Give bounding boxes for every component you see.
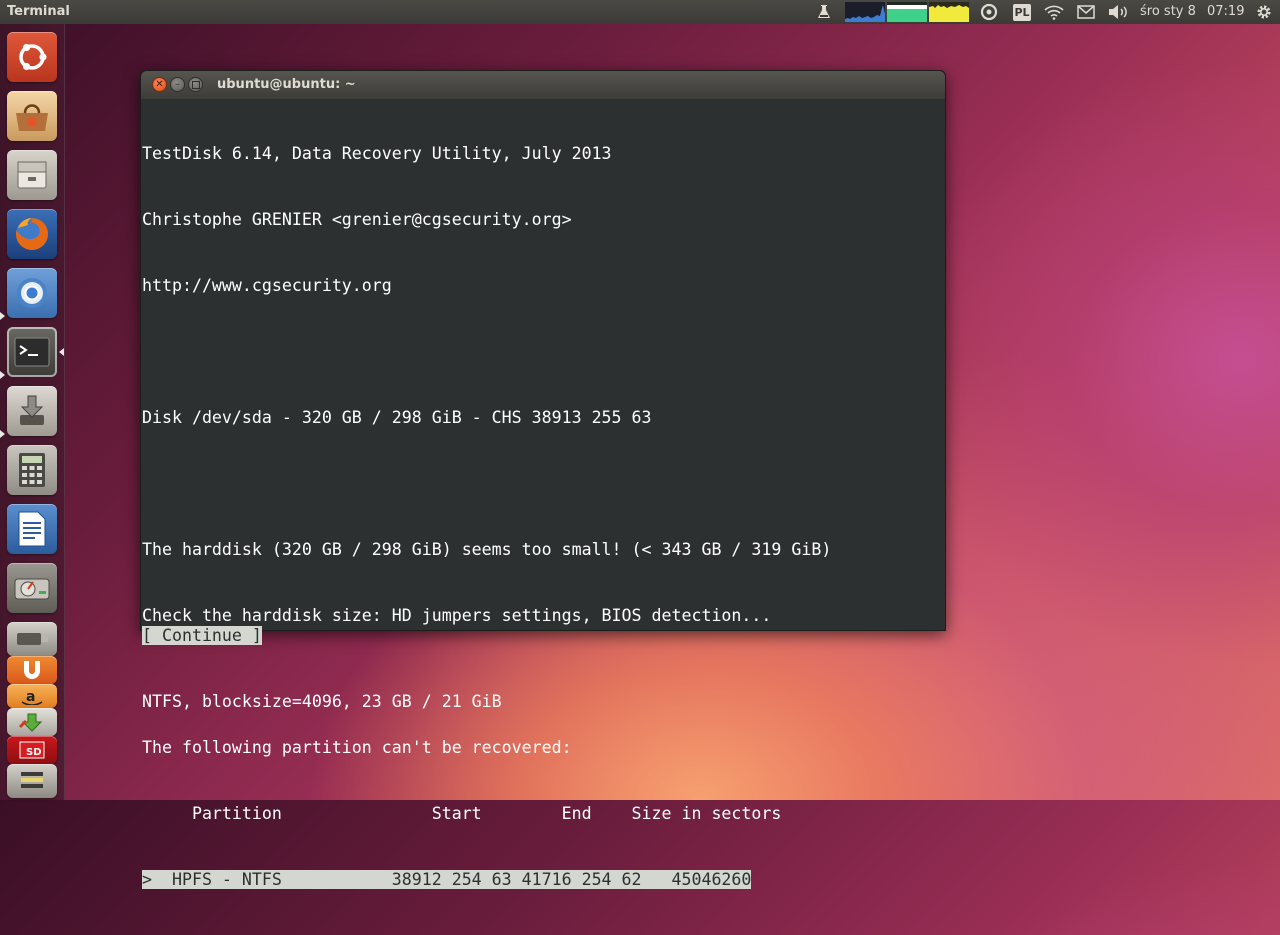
calculator-icon	[19, 453, 45, 487]
launcher-item-chromium[interactable]	[7, 268, 57, 318]
keyboard-layout-indicator[interactable]: PL	[1011, 2, 1033, 22]
svg-text:a: a	[26, 689, 35, 705]
ubuntu-one-icon	[24, 661, 40, 679]
launcher-item-dash-home[interactable]	[7, 32, 57, 82]
launcher-item-files[interactable]	[7, 150, 57, 200]
usb-drive-icon	[17, 633, 48, 645]
keyboard-layout-label: PL	[1013, 3, 1031, 21]
panel-clock[interactable]: 07:19	[1207, 4, 1244, 19]
network-load-graph[interactable]	[929, 2, 969, 22]
author-line: Christophe GRENIER <grenier@cgsecurity.o…	[142, 210, 572, 229]
amazon-a-icon: a	[21, 689, 43, 705]
launcher-item-disk-utility[interactable]	[7, 563, 57, 613]
maximize-icon	[191, 80, 200, 89]
size-warning-line: The harddisk (320 GB / 298 GiB) seems to…	[142, 540, 832, 559]
launcher-item-calculator[interactable]	[7, 445, 57, 495]
flask-indicator-icon[interactable]	[814, 2, 834, 22]
launcher-item-ubuntu-one[interactable]	[7, 656, 57, 684]
shopping-bag-icon	[16, 104, 48, 131]
download-arrow-icon	[20, 395, 44, 425]
top-panel: Terminal PL śro sty 8 07:19	[0, 0, 1280, 24]
panel-date[interactable]: śro sty 8	[1140, 4, 1196, 19]
maximize-button[interactable]	[188, 77, 203, 92]
disk-info-line: Disk /dev/sda - 320 GB / 298 GiB - CHS 3…	[142, 408, 652, 427]
svg-text:SD: SD	[26, 747, 42, 758]
update-indicator-icon[interactable]	[978, 2, 1000, 22]
active-app-name: Terminal	[7, 4, 70, 19]
launcher-item-more[interactable]	[7, 764, 57, 798]
minimize-icon: –	[175, 78, 180, 90]
minimize-button[interactable]: –	[170, 77, 185, 92]
running-indicator	[0, 371, 5, 379]
firefox-icon	[15, 218, 48, 250]
terminal-footer: [ Continue ] NTFS, blocksize=4096, 23 GB…	[142, 581, 502, 757]
terminal-icon	[14, 337, 50, 367]
website-line: http://www.cgsecurity.org	[142, 276, 392, 295]
close-button[interactable]: ✕	[152, 77, 167, 92]
wifi-icon[interactable]	[1043, 2, 1065, 22]
partition-table-header: Partition Start End Size in sectors	[142, 804, 782, 823]
chromium-icon	[17, 278, 47, 308]
partition-row-selected[interactable]: > HPFS - NTFS 38912 254 63 41716 254 62 …	[142, 869, 943, 891]
gear-icon[interactable]	[1253, 2, 1275, 22]
ubuntu-logo-icon	[19, 43, 47, 71]
memory-load-graph[interactable]	[887, 2, 927, 22]
volume-speaker-icon[interactable]	[1106, 2, 1130, 22]
launcher-item-amazon[interactable]: a	[7, 684, 57, 708]
window-titlebar[interactable]: ✕ – ubuntu@ubuntu: ~	[141, 71, 945, 99]
launcher-item-ubuntu-software-center[interactable]	[7, 91, 57, 141]
launcher-item-updater[interactable]	[7, 708, 57, 736]
cpu-load-graph[interactable]	[845, 2, 885, 22]
update-arrow-icon	[18, 713, 43, 732]
stacked-apps-icon	[21, 772, 43, 788]
terminal-content[interactable]: TestDisk 6.14, Data Recovery Utility, Ju…	[142, 99, 943, 889]
running-indicator	[0, 312, 5, 320]
launcher-item-terminal[interactable]	[7, 327, 57, 377]
sd-card-icon: SD	[19, 741, 45, 759]
launcher-item-libreoffice-writer[interactable]	[7, 504, 57, 554]
launcher: a SD	[0, 24, 65, 800]
active-indicator	[59, 348, 64, 356]
launcher-item-installer[interactable]	[7, 386, 57, 436]
launcher-item-sd-card[interactable]: SD	[7, 736, 57, 764]
testdisk-version-line: TestDisk 6.14, Data Recovery Utility, Ju…	[142, 144, 612, 163]
continue-row: [ Continue ]	[142, 625, 502, 647]
filesystem-status-line: NTFS, blocksize=4096, 23 GB / 21 GiB	[142, 692, 502, 711]
launcher-item-firefox[interactable]	[7, 209, 57, 259]
document-writer-icon	[18, 511, 46, 547]
mail-envelope-icon[interactable]	[1075, 2, 1097, 22]
close-icon: ✕	[155, 78, 164, 90]
terminal-window[interactable]: ✕ – ubuntu@ubuntu: ~ TestDisk 6.14, Data…	[140, 70, 946, 889]
launcher-item-startup-disk-creator[interactable]	[7, 622, 57, 656]
file-cabinet-icon	[17, 161, 47, 189]
running-indicator	[0, 430, 5, 438]
window-title: ubuntu@ubuntu: ~	[217, 77, 356, 92]
partition-row-text: > HPFS - NTFS 38912 254 63 41716 254 62 …	[142, 870, 752, 889]
continue-button[interactable]: [ Continue ]	[142, 626, 262, 645]
hard-disk-icon	[14, 578, 50, 600]
